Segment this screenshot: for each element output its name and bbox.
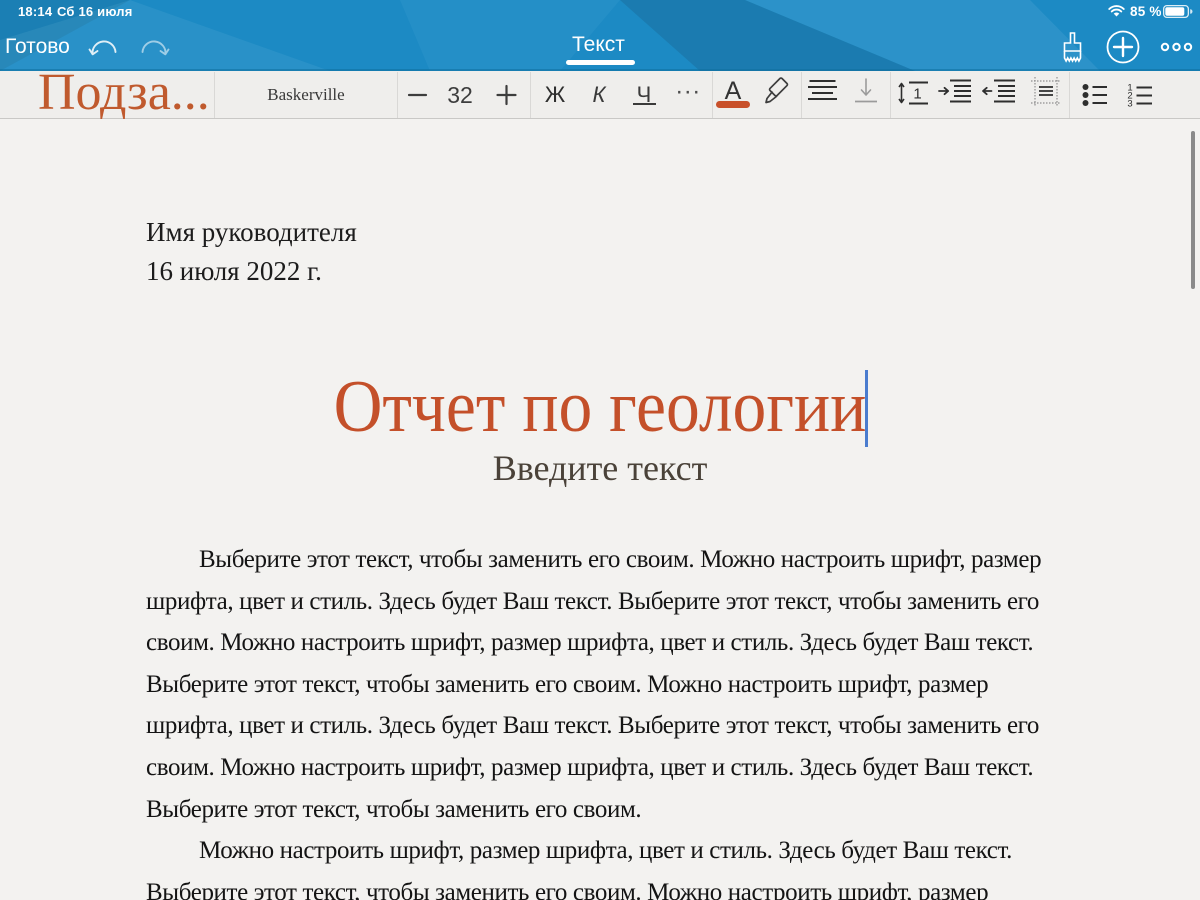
svg-text:1: 1 xyxy=(913,86,921,103)
svg-text:3: 3 xyxy=(1127,99,1132,108)
svg-text:32: 32 xyxy=(447,82,473,108)
